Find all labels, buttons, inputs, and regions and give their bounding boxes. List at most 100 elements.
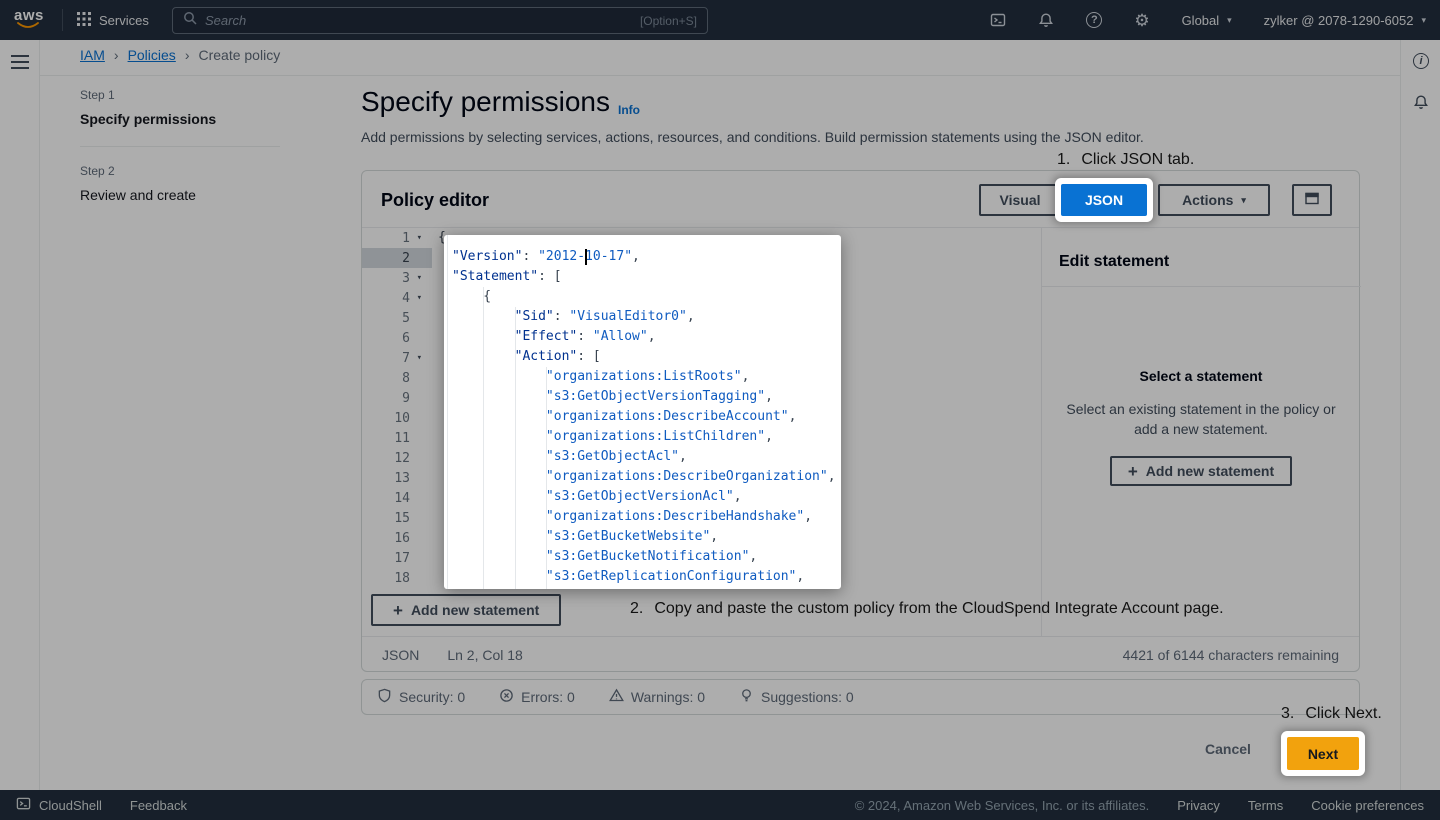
- annotation-step-3: 3.Click Next.: [1281, 705, 1382, 723]
- error-circle-icon: [499, 688, 514, 706]
- characters-remaining: 4421 of 6144 characters remaining: [1123, 647, 1339, 663]
- code-line[interactable]: {: [452, 287, 841, 307]
- services-menu-button[interactable]: Services: [77, 12, 149, 29]
- region-selector[interactable]: Global ▾: [1182, 13, 1232, 28]
- maximize-editor-button[interactable]: [1292, 184, 1332, 216]
- code-line[interactable]: "organizations:DescribeOrganization",: [452, 467, 841, 487]
- console-footer: CloudShell Feedback © 2024, Amazon Web S…: [0, 790, 1440, 820]
- breadcrumb-divider: [40, 75, 1400, 76]
- code-line[interactable]: "Effect": "Allow",: [452, 327, 841, 347]
- text-cursor: [585, 249, 587, 265]
- plus-icon: +: [393, 602, 403, 619]
- code-line[interactable]: "s3:GetBucketNotification",: [452, 547, 841, 567]
- settings-gear-icon[interactable]: ⚙: [1134, 12, 1149, 29]
- gutter-line-3[interactable]: 3▾: [362, 268, 432, 288]
- code-line[interactable]: "s3:GetBucketWebsite",: [452, 527, 841, 547]
- breadcrumb-current: Create policy: [198, 47, 280, 63]
- code-line[interactable]: "s3:GetObjectAcl",: [452, 447, 841, 467]
- policy-editor-header: Policy editor Visual JSON Actions ▾: [362, 171, 1359, 228]
- code-line[interactable]: "s3:GetReplicationConfiguration",: [452, 567, 841, 587]
- notifications-panel-icon[interactable]: [1413, 94, 1429, 115]
- services-label: Services: [99, 13, 149, 28]
- breadcrumb: IAM › Policies › Create policy: [80, 47, 280, 63]
- info-link[interactable]: Info: [618, 103, 640, 117]
- breadcrumb-policies[interactable]: Policies: [128, 47, 176, 63]
- cancel-button[interactable]: Cancel: [1205, 741, 1251, 757]
- gutter-line-18: 18: [362, 568, 432, 588]
- warning-triangle-icon: [609, 688, 624, 706]
- warnings-check: Warnings: 0: [609, 688, 705, 706]
- search-input[interactable]: Search [Option+S]: [172, 7, 708, 34]
- step2-title[interactable]: Review and create: [80, 187, 280, 203]
- gutter-line-4[interactable]: 4▾: [362, 288, 432, 308]
- page-description: Add permissions by selecting services, a…: [361, 129, 1144, 145]
- suggestions-check: Suggestions: 0: [739, 688, 854, 706]
- aws-smile-icon: [16, 22, 40, 30]
- policy-editor-title: Policy editor: [381, 190, 489, 211]
- code-line[interactable]: "organizations:DescribeHandshake",: [452, 507, 841, 527]
- search-shortcut-hint: [Option+S]: [640, 14, 697, 28]
- lightbulb-icon: [739, 688, 754, 706]
- add-new-statement-button[interactable]: + Add new statement: [371, 594, 561, 626]
- cloudshell-icon[interactable]: [990, 12, 1006, 28]
- errors-check: Errors: 0: [499, 688, 575, 706]
- account-menu[interactable]: zylker @ 2078-1290-6052 ▾: [1264, 13, 1426, 28]
- code-lines: "Version": "2012-10-17","Statement": [ {…: [452, 247, 841, 587]
- code-line[interactable]: "s3:GetObjectVersionTagging",: [452, 387, 841, 407]
- aws-logo[interactable]: aws: [14, 7, 48, 33]
- editor-statusbar: JSON Ln 2, Col 18 4421 of 6144 character…: [362, 636, 1359, 672]
- footer-feedback-link[interactable]: Feedback: [130, 798, 187, 813]
- visual-tab[interactable]: Visual: [979, 184, 1061, 216]
- code-line[interactable]: "s3:GetObjectVersionAcl",: [452, 487, 841, 507]
- code-line[interactable]: "Version": "2012-10-17",: [452, 247, 841, 267]
- actions-dropdown-button[interactable]: Actions ▾: [1158, 184, 1270, 216]
- code-line[interactable]: "organizations:ListRoots",: [452, 367, 841, 387]
- gutter-line-13: 13: [362, 468, 432, 488]
- footer-copyright: © 2024, Amazon Web Services, Inc. or its…: [855, 798, 1150, 813]
- policy-checks-strip: Security: 0 Errors: 0 Warnings: 0: [361, 679, 1360, 715]
- breadcrumb-iam[interactable]: IAM: [80, 47, 105, 63]
- json-tab[interactable]: JSON: [1061, 184, 1147, 216]
- services-grid-icon: [77, 12, 91, 29]
- fold-caret-icon[interactable]: ▾: [410, 293, 422, 303]
- code-line[interactable]: "organizations:DescribeAccount",: [452, 407, 841, 427]
- indent-guide: [447, 235, 448, 589]
- fold-caret-icon[interactable]: ▾: [410, 273, 422, 283]
- annotation-step-1: 1.Click JSON tab.: [1057, 151, 1194, 169]
- info-panel-icon[interactable]: i: [1413, 53, 1429, 69]
- statement-empty-state: Select a statement Select an existing st…: [1051, 368, 1351, 486]
- code-line[interactable]: "Action": [: [452, 347, 841, 367]
- step1-title[interactable]: Specify permissions: [80, 111, 280, 127]
- search-placeholder: Search: [205, 13, 632, 28]
- side-nav-rail: [0, 40, 40, 790]
- fold-caret-icon[interactable]: ▾: [410, 353, 422, 363]
- window-maximize-icon: [1305, 192, 1319, 208]
- empty-state-title: Select a statement: [1051, 368, 1351, 384]
- editor-gutter: 1▾23▾4▾567▾89101112131415161718: [362, 228, 432, 588]
- code-line[interactable]: "organizations:ListChildren",: [452, 427, 841, 447]
- gutter-line-17: 17: [362, 548, 432, 568]
- gutter-line-6: 6: [362, 328, 432, 348]
- chevron-down-icon: ▾: [1227, 15, 1232, 26]
- fold-caret-icon[interactable]: ▾: [410, 233, 422, 243]
- footer-terms-link[interactable]: Terms: [1248, 798, 1283, 813]
- code-line[interactable]: "Sid": "VisualEditor0",: [452, 307, 841, 327]
- panel-add-new-statement-button[interactable]: + Add new statement: [1110, 456, 1292, 486]
- editor-mode: JSON: [382, 647, 419, 663]
- footer-cloudshell-button[interactable]: CloudShell: [16, 796, 102, 814]
- nav-divider: [62, 9, 63, 31]
- edit-statement-panel: Edit statement Select a statement Select…: [1041, 228, 1360, 636]
- plus-icon: +: [1128, 463, 1138, 480]
- gutter-line-1[interactable]: 1▾: [362, 228, 432, 248]
- help-icon[interactable]: ?: [1086, 12, 1102, 28]
- gutter-line-7[interactable]: 7▾: [362, 348, 432, 368]
- footer-privacy-link[interactable]: Privacy: [1177, 798, 1220, 813]
- top-nav: aws Services: [0, 0, 1440, 40]
- steps-divider: [80, 146, 280, 147]
- footer-cookie-preferences-link[interactable]: Cookie preferences: [1311, 798, 1424, 813]
- actions-label: Actions: [1182, 192, 1233, 208]
- notifications-bell-icon[interactable]: [1038, 12, 1054, 28]
- code-line[interactable]: "Statement": [: [452, 267, 841, 287]
- menu-hamburger-icon[interactable]: [11, 55, 29, 73]
- next-button[interactable]: Next: [1287, 737, 1359, 770]
